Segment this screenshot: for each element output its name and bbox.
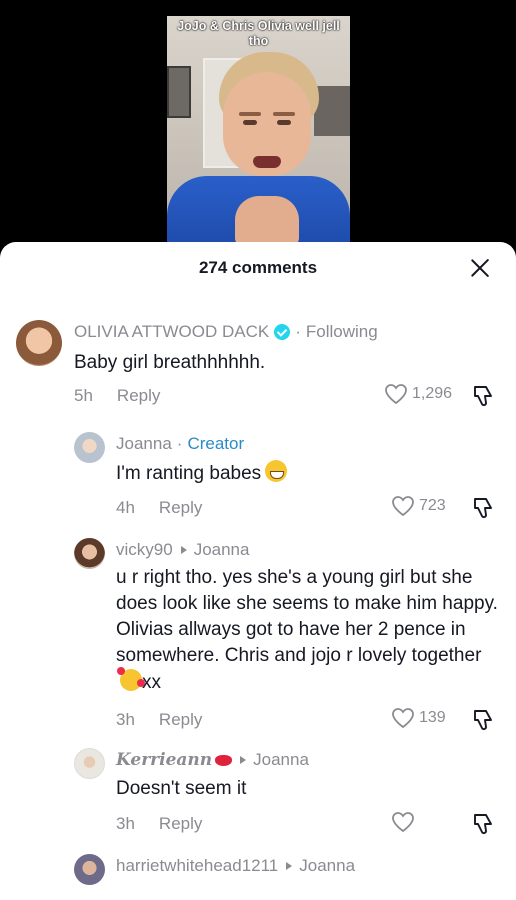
comment-author[interactable]: harrietwhitehead1211 — [116, 856, 278, 876]
like-count: 1,296 — [412, 385, 453, 402]
comment-meta: 3h Reply — [116, 710, 202, 730]
reply-arrow-icon — [180, 546, 187, 554]
left-eye — [243, 120, 257, 125]
video-player[interactable]: JoJo & Chris Olivia well jell tho — [0, 0, 516, 250]
reply-to-user[interactable]: Joanna — [299, 856, 355, 876]
heart-icon — [392, 812, 414, 833]
comment-text: u r right tho. yes she's a young girl bu… — [116, 565, 506, 696]
like-button[interactable]: 723 — [391, 495, 446, 517]
reply-button[interactable]: Reply — [117, 386, 160, 406]
left-brow — [239, 112, 261, 116]
follow-status: Following — [305, 322, 378, 341]
creator-badge: Creator — [187, 434, 245, 453]
reply-to-user[interactable]: Joanna — [194, 540, 250, 560]
like-count: 139 — [419, 709, 446, 726]
comment-header: OLIVIA ATTWOOD DACK · Following — [74, 322, 378, 342]
avatar[interactable] — [74, 748, 105, 779]
dislike-icon[interactable] — [472, 708, 494, 732]
comment-text-content: I'm ranting babes — [116, 463, 262, 484]
close-icon[interactable] — [468, 256, 492, 280]
grin-emoji-icon — [265, 460, 288, 482]
dislike-icon[interactable] — [472, 812, 494, 836]
comment-header: Kerrieann Joanna — [116, 750, 309, 770]
comment-time: 3h — [116, 710, 135, 729]
reply-arrow-icon — [240, 756, 247, 764]
separator-dot: · — [176, 434, 183, 453]
like-count: 723 — [419, 497, 446, 514]
background-shelf — [314, 86, 350, 136]
separator-dot: · — [295, 322, 301, 341]
comment-text: Doesn't seem it — [116, 778, 247, 799]
like-button[interactable]: 1,296 — [384, 383, 452, 405]
dislike-icon[interactable] — [472, 384, 494, 408]
heart-icon — [392, 708, 414, 729]
wall-picture — [167, 66, 191, 118]
comment-meta: 5h Reply — [74, 386, 160, 406]
video-thumbnail[interactable]: JoJo & Chris Olivia well jell tho — [167, 16, 350, 246]
person-hands — [235, 196, 299, 246]
dislike-icon[interactable] — [472, 496, 494, 520]
comment-author[interactable]: Kerrieann — [116, 750, 212, 770]
comment-header: Joanna · Creator — [116, 434, 244, 454]
heart-icon — [392, 496, 414, 517]
right-brow — [273, 112, 295, 116]
reply-arrow-icon — [286, 862, 293, 870]
comment-meta: 3h Reply — [116, 814, 202, 834]
right-eye — [277, 120, 291, 125]
comment-author[interactable]: OLIVIA ATTWOOD DACK — [74, 322, 269, 342]
comments-sheet: 274 comments OLIVIA ATTWOOD DACK · Follo… — [0, 242, 516, 900]
comment-time: 5h — [74, 386, 93, 405]
avatar[interactable] — [74, 538, 105, 569]
reply-button[interactable]: Reply — [159, 498, 202, 518]
like-button[interactable] — [391, 811, 419, 833]
comment-header: vicky90 Joanna — [116, 540, 249, 560]
like-button[interactable]: 139 — [391, 707, 446, 729]
comment-text: Baby girl breathhhhhh. — [74, 352, 266, 373]
comment-author[interactable]: Joanna — [116, 434, 172, 454]
comment-time: 3h — [116, 814, 135, 833]
heart-icon — [385, 384, 407, 405]
comment-time: 4h — [116, 498, 135, 517]
comment-header: harrietwhitehead1211 Joanna — [116, 856, 355, 876]
comments-count-title: 274 comments — [198, 258, 318, 277]
video-caption: JoJo & Chris Olivia well jell tho — [177, 19, 340, 48]
reply-button[interactable]: Reply — [159, 710, 202, 730]
reply-to-user[interactable]: Joanna — [253, 750, 309, 770]
person-mouth — [253, 156, 281, 168]
avatar[interactable] — [16, 320, 62, 366]
verified-icon — [274, 324, 291, 340]
comment-text: I'm ranting babes — [116, 460, 288, 487]
comment-author[interactable]: vicky90 — [116, 540, 173, 560]
comment-text-content: u r right tho. yes she's a young girl bu… — [116, 567, 498, 666]
comment-meta: 4h Reply — [116, 498, 202, 518]
lips-emoji-icon — [215, 754, 233, 766]
avatar[interactable] — [74, 854, 105, 885]
smiling-hearts-emoji-icon — [117, 667, 145, 691]
reply-button[interactable]: Reply — [159, 814, 202, 834]
avatar[interactable] — [74, 432, 105, 463]
